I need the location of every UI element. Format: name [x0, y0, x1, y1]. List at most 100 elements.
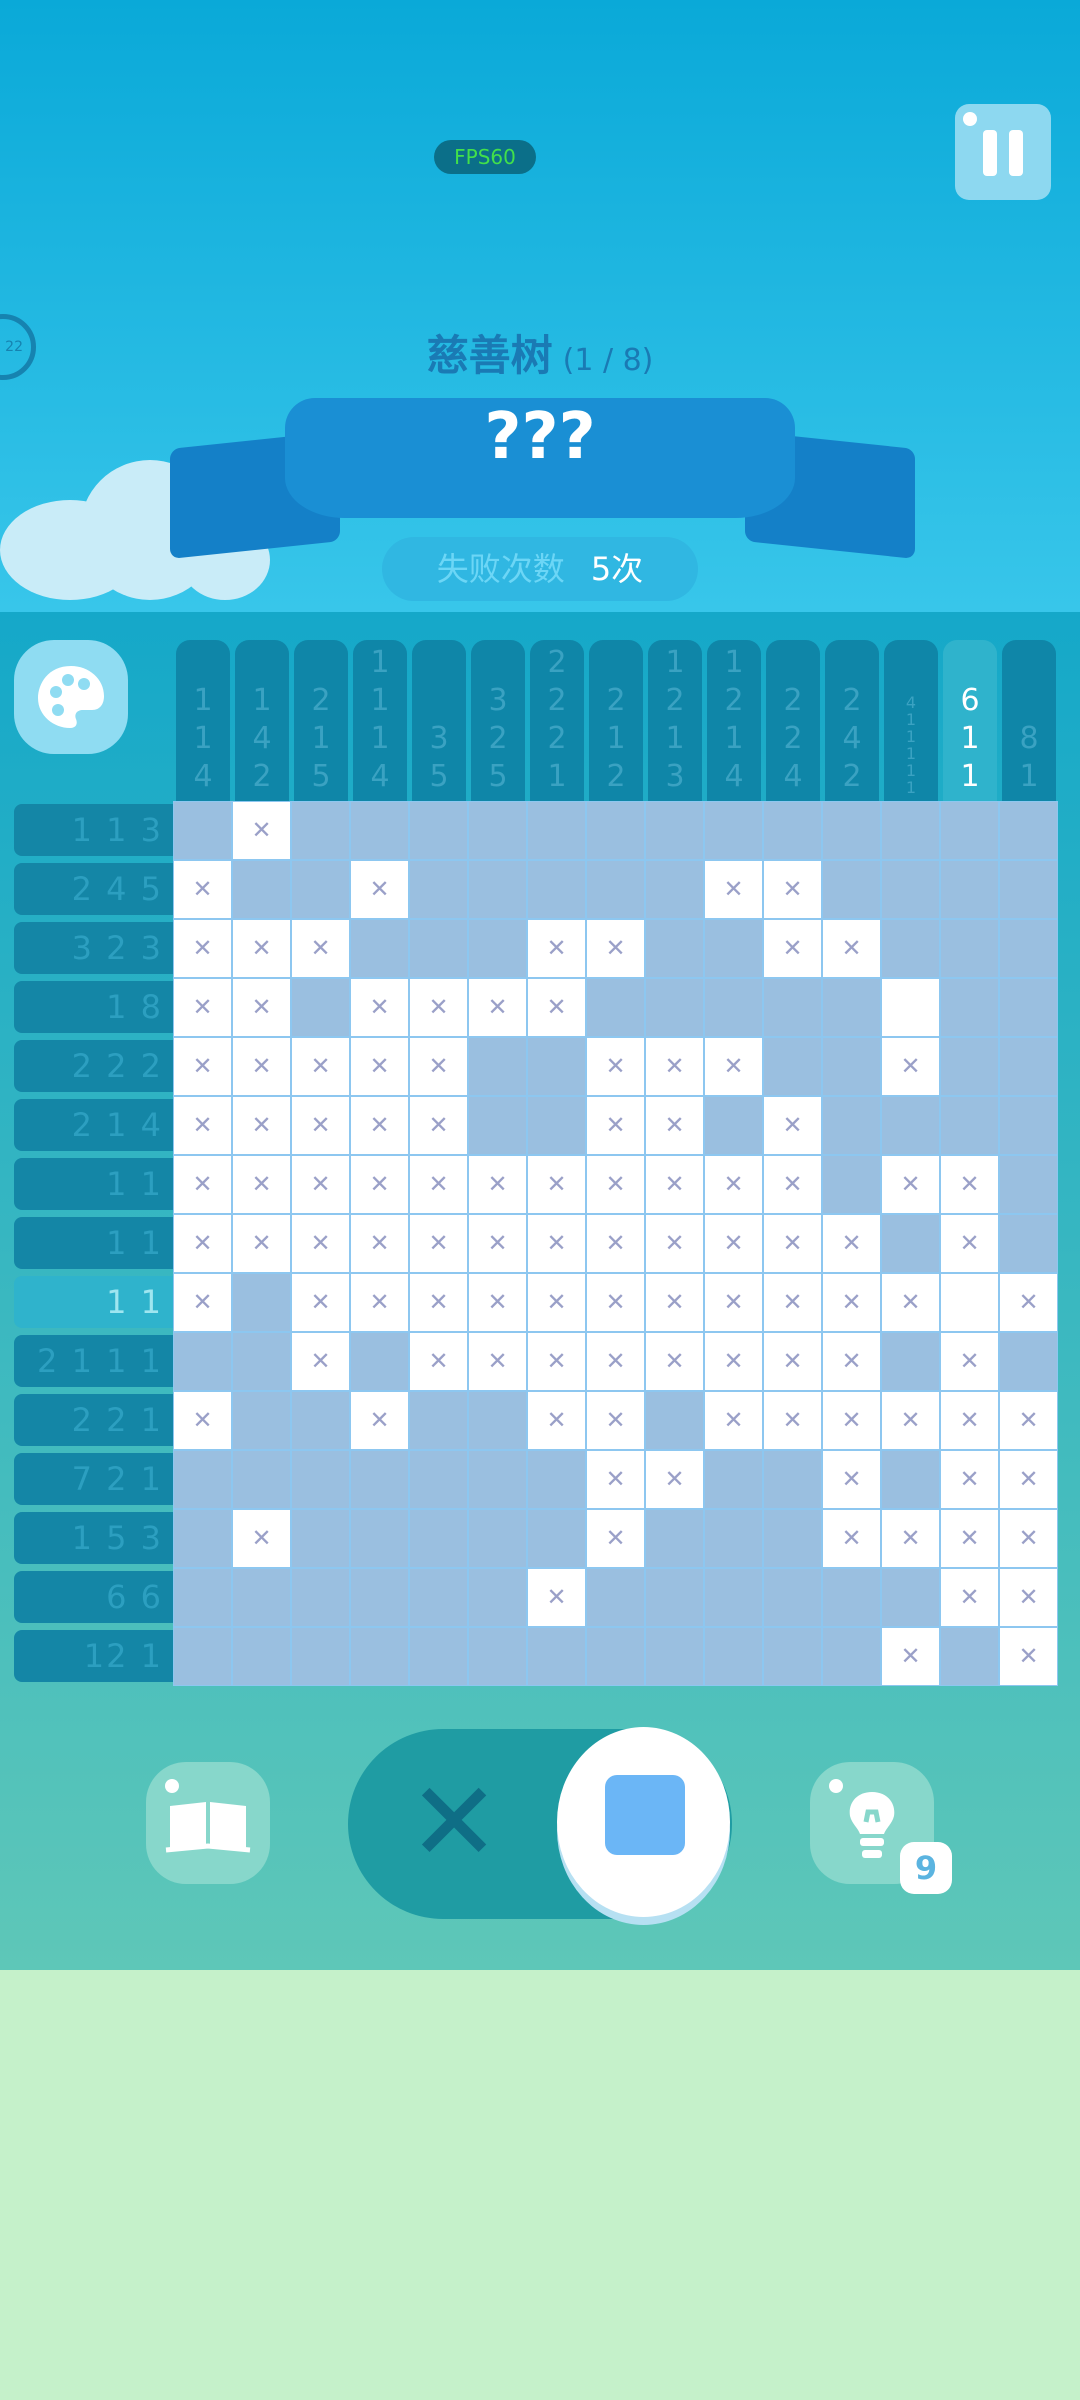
filled-cell[interactable] [586, 860, 645, 919]
filled-cell[interactable] [881, 801, 940, 860]
filled-cell[interactable] [940, 801, 999, 860]
filled-cell[interactable] [291, 860, 350, 919]
filled-cell[interactable] [940, 1627, 999, 1686]
crossed-cell[interactable] [173, 1214, 232, 1273]
crossed-cell[interactable] [468, 1214, 527, 1273]
filled-cell[interactable] [527, 1627, 586, 1686]
crossed-cell[interactable] [822, 1391, 881, 1450]
crossed-cell[interactable] [586, 1509, 645, 1568]
crossed-cell[interactable] [291, 1037, 350, 1096]
filled-cell[interactable] [586, 1568, 645, 1627]
crossed-cell[interactable] [881, 1037, 940, 1096]
filled-cell[interactable] [704, 919, 763, 978]
filled-cell[interactable] [468, 1568, 527, 1627]
filled-cell[interactable] [704, 1450, 763, 1509]
crossed-cell[interactable] [822, 1214, 881, 1273]
filled-cell[interactable] [291, 1391, 350, 1450]
filled-cell[interactable] [645, 1627, 704, 1686]
filled-cell[interactable] [350, 1450, 409, 1509]
filled-cell[interactable] [291, 1509, 350, 1568]
filled-cell[interactable] [940, 919, 999, 978]
crossed-cell[interactable] [763, 919, 822, 978]
filled-cell[interactable] [350, 1627, 409, 1686]
filled-cell[interactable] [881, 919, 940, 978]
filled-cell[interactable] [999, 1096, 1058, 1155]
crossed-cell[interactable] [173, 978, 232, 1037]
crossed-cell[interactable] [645, 1273, 704, 1332]
crossed-cell[interactable] [468, 1273, 527, 1332]
crossed-cell[interactable] [232, 801, 291, 860]
crossed-cell[interactable] [763, 1391, 822, 1450]
crossed-cell[interactable] [586, 1037, 645, 1096]
filled-cell[interactable] [232, 1450, 291, 1509]
crossed-cell[interactable] [350, 1273, 409, 1332]
pause-button[interactable] [955, 104, 1051, 200]
crossed-cell[interactable] [586, 919, 645, 978]
filled-cell[interactable] [822, 1627, 881, 1686]
filled-cell[interactable] [291, 1627, 350, 1686]
filled-cell[interactable] [468, 1391, 527, 1450]
crossed-cell[interactable] [291, 1332, 350, 1391]
filled-cell[interactable] [822, 978, 881, 1037]
crossed-cell[interactable] [232, 919, 291, 978]
filled-cell[interactable] [763, 1627, 822, 1686]
filled-cell[interactable] [999, 919, 1058, 978]
crossed-cell[interactable] [586, 1273, 645, 1332]
filled-cell[interactable] [468, 801, 527, 860]
filled-cell[interactable] [763, 801, 822, 860]
crossed-cell[interactable] [173, 1391, 232, 1450]
filled-cell[interactable] [881, 1096, 940, 1155]
filled-cell[interactable] [409, 919, 468, 978]
crossed-cell[interactable] [291, 1273, 350, 1332]
crossed-cell[interactable] [409, 1155, 468, 1214]
filled-cell[interactable] [527, 1096, 586, 1155]
filled-cell[interactable] [468, 1450, 527, 1509]
filled-cell[interactable] [291, 1568, 350, 1627]
crossed-cell[interactable] [291, 1096, 350, 1155]
filled-cell[interactable] [232, 1391, 291, 1450]
crossed-cell[interactable] [822, 1273, 881, 1332]
filled-cell[interactable] [173, 1509, 232, 1568]
filled-cell[interactable] [999, 1037, 1058, 1096]
crossed-cell[interactable] [881, 1155, 940, 1214]
crossed-cell[interactable] [586, 1332, 645, 1391]
crossed-cell[interactable] [291, 1214, 350, 1273]
puzzle-grid[interactable] [173, 801, 1058, 1686]
filled-cell[interactable] [350, 801, 409, 860]
crossed-cell[interactable] [291, 1155, 350, 1214]
crossed-cell[interactable] [881, 1273, 940, 1332]
crossed-cell[interactable] [409, 978, 468, 1037]
crossed-cell[interactable] [940, 1509, 999, 1568]
filled-cell[interactable] [704, 978, 763, 1037]
filled-cell[interactable] [350, 1568, 409, 1627]
crossed-cell[interactable] [350, 1096, 409, 1155]
filled-cell[interactable] [645, 978, 704, 1037]
filled-cell[interactable] [999, 1332, 1058, 1391]
filled-cell[interactable] [350, 1332, 409, 1391]
filled-cell[interactable] [999, 1155, 1058, 1214]
crossed-cell[interactable] [527, 919, 586, 978]
crossed-cell[interactable] [881, 1627, 940, 1686]
filled-cell[interactable] [822, 1037, 881, 1096]
crossed-cell[interactable] [350, 1391, 409, 1450]
crossed-cell[interactable] [822, 1509, 881, 1568]
crossed-cell[interactable] [586, 1391, 645, 1450]
filled-cell[interactable] [704, 801, 763, 860]
crossed-cell[interactable] [350, 978, 409, 1037]
filled-cell[interactable] [291, 978, 350, 1037]
crossed-cell[interactable] [232, 1214, 291, 1273]
filled-cell[interactable] [468, 1037, 527, 1096]
crossed-cell[interactable] [527, 1568, 586, 1627]
filled-cell[interactable] [527, 801, 586, 860]
filled-cell[interactable] [350, 1509, 409, 1568]
filled-cell[interactable] [232, 1627, 291, 1686]
filled-cell[interactable] [468, 1509, 527, 1568]
crossed-cell[interactable] [763, 1273, 822, 1332]
filled-cell[interactable] [999, 801, 1058, 860]
filled-cell[interactable] [232, 1568, 291, 1627]
filled-cell[interactable] [881, 860, 940, 919]
crossed-cell[interactable] [586, 1155, 645, 1214]
filled-cell[interactable] [940, 978, 999, 1037]
crossed-cell[interactable] [763, 1096, 822, 1155]
crossed-cell[interactable] [232, 1155, 291, 1214]
